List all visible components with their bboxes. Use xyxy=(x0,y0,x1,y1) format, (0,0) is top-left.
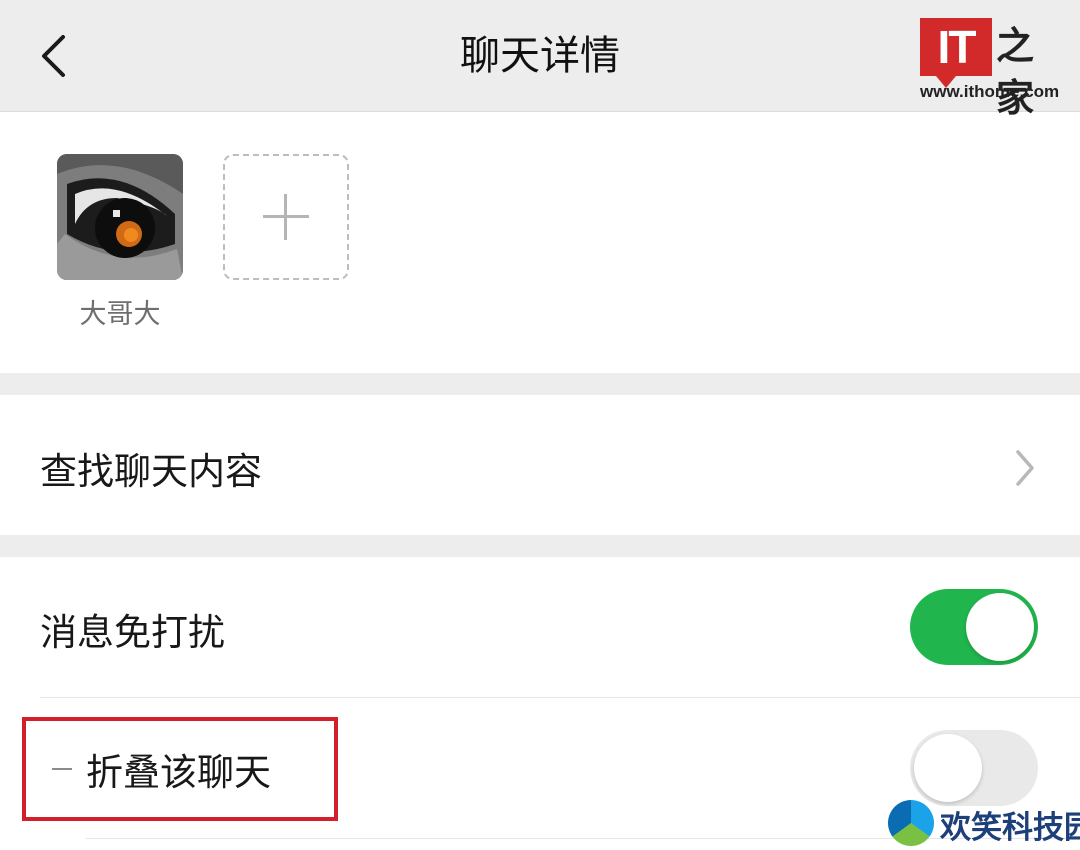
ithome-logo-text: 之家 xyxy=(996,24,1035,120)
ithome-logo-mark: IT xyxy=(920,18,992,76)
ithome-url: www.ithome.com xyxy=(920,82,1060,101)
member-avatar[interactable] xyxy=(57,154,183,280)
page-title: 聊天详情 xyxy=(460,33,620,79)
section-divider xyxy=(0,373,1080,395)
row-divider xyxy=(40,697,1080,698)
huanxiao-watermark: 欢笑科技园 xyxy=(888,798,1080,850)
back-button[interactable] xyxy=(30,20,80,90)
fold-chat-toggle[interactable] xyxy=(910,730,1038,806)
highlight-box xyxy=(22,717,338,821)
chevron-left-icon xyxy=(42,35,65,77)
eye-avatar-image xyxy=(57,154,183,280)
member-name: 大哥大 xyxy=(79,299,161,330)
chevron-right-icon xyxy=(1006,448,1040,488)
mute-notifications-label: 消息免打扰 xyxy=(40,611,225,654)
section-divider xyxy=(0,535,1080,557)
mute-notifications-toggle[interactable] xyxy=(910,589,1038,665)
ithome-watermark: IT 之家 www.ithome.com xyxy=(920,18,1070,120)
toggle-knob xyxy=(914,734,982,802)
huanxiao-watermark-text: 欢笑科技园 xyxy=(940,810,1080,846)
toggle-knob xyxy=(966,593,1034,661)
search-chat-history-label: 查找聊天内容 xyxy=(40,450,262,493)
add-member-button[interactable] xyxy=(223,154,349,280)
huanxiao-logo-icon xyxy=(888,800,934,846)
